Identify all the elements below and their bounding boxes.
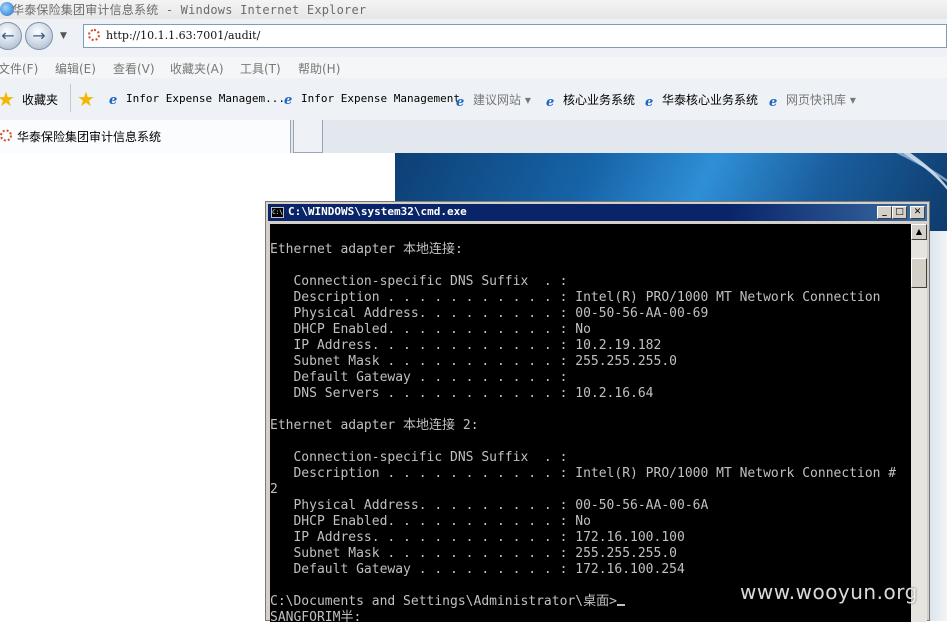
console-line: Physical Address. . . . . . . . . : 00-5… bbox=[270, 498, 709, 513]
arrow-right-icon: → bbox=[32, 26, 46, 45]
favorites-button[interactable]: 收藏夹 bbox=[22, 91, 58, 108]
ie-page-icon: e bbox=[109, 93, 118, 108]
cmd-icon: C:\ bbox=[271, 207, 284, 218]
address-bar[interactable]: http://10.1.1.63:7001/audit/ bbox=[83, 24, 947, 48]
back-button[interactable]: ← bbox=[0, 22, 22, 50]
history-dropdown-icon[interactable]: ▼ bbox=[60, 31, 67, 41]
console-output[interactable]: Ethernet adapter 本地连接: Connection-specif… bbox=[270, 224, 911, 622]
cmd-title: C:\WINDOWS\system32\cmd.exe bbox=[288, 205, 467, 218]
suggested-sites-link[interactable]: e 建议网站 ▾ bbox=[456, 91, 531, 109]
ie-page-icon: e bbox=[769, 95, 778, 110]
maximize-button[interactable]: □ bbox=[892, 206, 907, 219]
page-icon bbox=[0, 129, 12, 142]
console-line: Description . . . . . . . . . . . : Inte… bbox=[270, 290, 881, 305]
console-line: IP Address. . . . . . . . . . . . : 10.2… bbox=[270, 338, 662, 353]
console-line: Default Gateway . . . . . . . . . : bbox=[270, 370, 568, 385]
arrow-left-icon: ← bbox=[1, 26, 15, 45]
forward-button[interactable]: → bbox=[25, 22, 53, 50]
scroll-up-button[interactable]: ▲ bbox=[911, 224, 927, 240]
console-line: Physical Address. . . . . . . . . : 00-5… bbox=[270, 306, 709, 321]
divider bbox=[70, 84, 71, 112]
console-line: Connection-specific DNS Suffix . : bbox=[270, 450, 568, 465]
console-line: Ethernet adapter 本地连接: bbox=[270, 242, 463, 257]
menu-favorites[interactable]: 收藏夹(A) bbox=[170, 60, 224, 77]
menu-bar: 文件(F) 编辑(E) 查看(V) 收藏夹(A) 工具(T) 帮助(H) bbox=[0, 57, 947, 78]
vertical-scrollbar[interactable]: ▲ bbox=[911, 224, 927, 622]
ie-page-icon: e bbox=[645, 95, 654, 110]
minimize-button[interactable]: _ bbox=[877, 206, 892, 219]
cmd-window[interactable]: C:\ C:\WINDOWS\system32\cmd.exe _ □ ✕ Et… bbox=[265, 201, 930, 622]
tab-label: 华泰保险集团审计信息系统 bbox=[17, 130, 162, 144]
cmd-titlebar[interactable]: C:\ C:\WINDOWS\system32\cmd.exe _ □ ✕ bbox=[268, 204, 927, 221]
tab-active[interactable]: 华泰保险集团审计信息系统 bbox=[0, 120, 291, 153]
menu-view[interactable]: 查看(V) bbox=[113, 60, 155, 77]
console-line: IP Address. . . . . . . . . . . . : 172.… bbox=[270, 530, 685, 545]
navigation-bar: ← → ▼ http://10.1.1.63:7001/audit/ bbox=[0, 19, 947, 57]
console-line: DHCP Enabled. . . . . . . . . . . : No bbox=[270, 322, 591, 337]
console-line: Subnet Mask . . . . . . . . . . . : 255.… bbox=[270, 354, 677, 369]
menu-help[interactable]: 帮助(H) bbox=[298, 60, 340, 77]
console-line: 2 bbox=[270, 482, 278, 497]
favorite-link[interactable]: e 核心业务系统 bbox=[546, 91, 635, 109]
add-favorite-icon[interactable]: ★ bbox=[77, 87, 95, 111]
watermark: www.wooyun.org bbox=[740, 580, 918, 604]
window-titlebar: 华泰保险集团审计信息系统 - Windows Internet Explorer bbox=[0, 0, 947, 19]
cursor bbox=[616, 604, 625, 606]
favorites-bar: ★ 收藏夹 ★ e Infor Expense Managem... e Infor… bbox=[0, 78, 947, 121]
menu-edit[interactable]: 编辑(E) bbox=[55, 60, 96, 77]
address-url[interactable]: http://10.1.1.63:7001/audit/ bbox=[106, 29, 260, 42]
console-line: Subnet Mask . . . . . . . . . . . : 255.… bbox=[270, 546, 677, 561]
console-line: Ethernet adapter 本地连接 2: bbox=[270, 418, 479, 433]
console-line: SANGFORIM半: bbox=[270, 610, 362, 622]
console-line: Connection-specific DNS Suffix . : bbox=[270, 274, 568, 289]
window-title: 华泰保险集团审计信息系统 - Windows Internet Explorer bbox=[12, 3, 367, 17]
scroll-thumb[interactable] bbox=[911, 258, 927, 288]
page-background bbox=[928, 231, 947, 621]
ie-page-icon: e bbox=[546, 95, 555, 110]
menu-tools[interactable]: 工具(T) bbox=[240, 60, 281, 77]
favorite-link[interactable]: e Infor Expense Managem... bbox=[109, 91, 285, 107]
console-line: DNS Servers . . . . . . . . . . . : 10.2… bbox=[270, 386, 654, 401]
console-line: Description . . . . . . . . . . . : Inte… bbox=[270, 466, 897, 481]
console-prompt: C:\Documents and Settings\Administrator\… bbox=[270, 594, 617, 609]
tab-strip: 华泰保险集团审计信息系统 bbox=[0, 120, 947, 153]
star-icon: ★ bbox=[0, 87, 15, 111]
web-slice-gallery-link[interactable]: e 网页快讯库 ▾ bbox=[769, 91, 856, 109]
console-text: Ethernet adapter 本地连接: Connection-specif… bbox=[270, 226, 896, 622]
loading-icon bbox=[88, 29, 100, 41]
console-line: DHCP Enabled. . . . . . . . . . . : No bbox=[270, 514, 591, 529]
close-button[interactable]: ✕ bbox=[910, 206, 925, 219]
new-tab-button[interactable] bbox=[293, 120, 323, 153]
console-line: Default Gateway . . . . . . . . . : 172.… bbox=[270, 562, 685, 577]
favorite-link[interactable]: e 华泰核心业务系统 bbox=[645, 91, 758, 109]
ie-page-icon: e bbox=[284, 93, 293, 108]
ie-page-icon: e bbox=[456, 95, 465, 110]
menu-file[interactable]: 文件(F) bbox=[0, 60, 38, 77]
favorite-link[interactable]: e Infor Expense Management bbox=[284, 91, 460, 107]
